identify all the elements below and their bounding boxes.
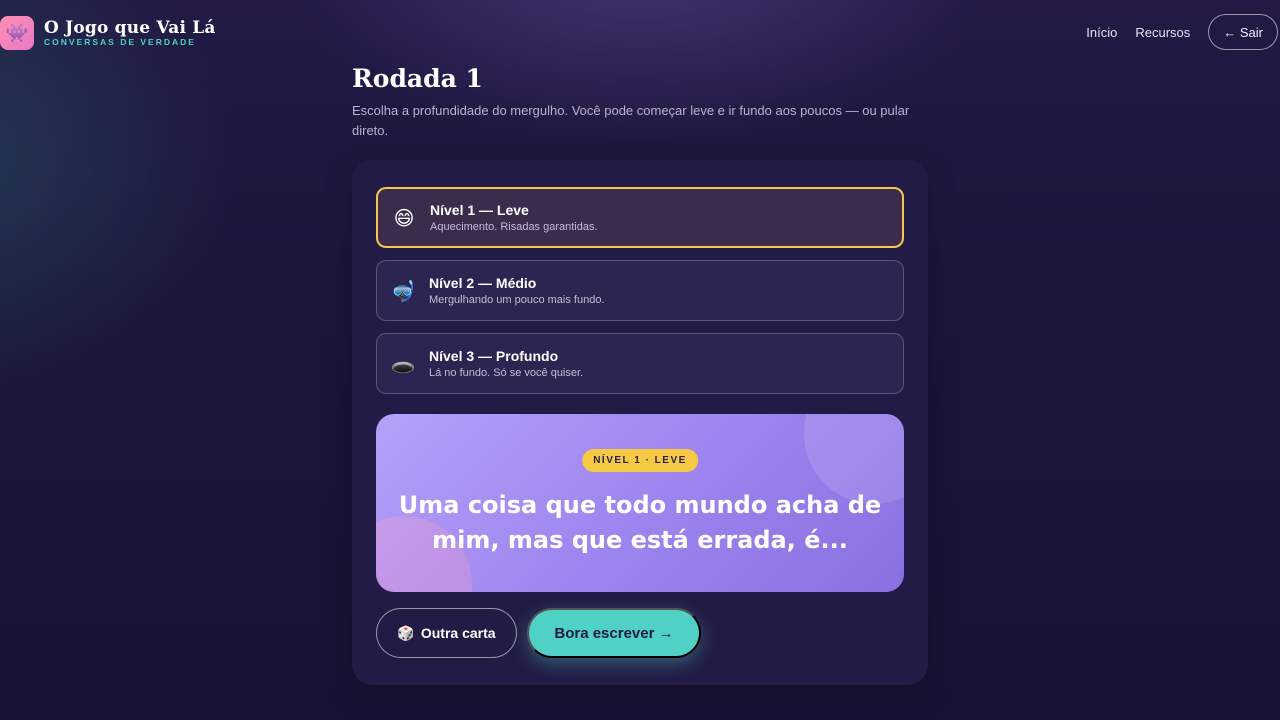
other-card-label: Outra carta xyxy=(420,625,496,641)
exit-button[interactable]: ← Sair xyxy=(1208,14,1278,50)
page-title: Rodada 1 xyxy=(352,64,483,93)
other-card-button[interactable]: 🎲 Outra carta xyxy=(376,608,517,658)
nav-link-recursos[interactable]: Recursos xyxy=(1135,25,1190,40)
level-title: Nível 3 — Profundo xyxy=(429,348,559,364)
diving-mask-icon: 🤿 xyxy=(390,278,416,303)
brand-subtitle: CONVERSAS DE VERDADE xyxy=(44,36,196,47)
prompt-text: Uma coisa que todo mundo acha de mim, ma… xyxy=(398,491,882,554)
level-text: Nível 1 — Leve Aquecimento. Risadas gara… xyxy=(430,202,598,233)
round-panel: 😄 Nível 1 — Leve Aquecimento. Risadas ga… xyxy=(352,160,928,685)
alien-monster-icon: 👾 xyxy=(0,16,34,50)
level-description: Aquecimento. Risadas garantidas. xyxy=(430,221,598,233)
level-option-2[interactable]: 🤿 Nível 2 — Médio Mergulhando um pouco m… xyxy=(376,260,904,321)
level-title: Nível 2 — Médio xyxy=(429,275,537,291)
grinning-face-icon: 😄 xyxy=(393,205,415,230)
start-writing-button[interactable]: Bora escrever → xyxy=(527,608,701,658)
hole-icon: 🕳️ xyxy=(390,351,416,376)
level-title: Nível 1 — Leve xyxy=(430,202,529,218)
level-description: Lá no fundo. Só se você quiser. xyxy=(429,367,584,379)
level-option-1[interactable]: 😄 Nível 1 — Leve Aquecimento. Risadas ga… xyxy=(376,187,904,248)
top-nav: Início Recursos ← Sair xyxy=(1086,14,1278,50)
level-badge: NÍVEL 1 · LEVE xyxy=(582,449,698,472)
level-text: Nível 3 — Profundo Lá no fundo. Só se vo… xyxy=(429,348,583,379)
brand[interactable]: 👾 O Jogo que Vai Lá CONVERSAS DE VERDADE xyxy=(0,16,216,50)
level-description: Mergulhando um pouco mais fundo. xyxy=(429,294,605,306)
prompt-card: NÍVEL 1 · LEVE Uma coisa que todo mundo … xyxy=(376,414,904,592)
dice-icon: 🎲 xyxy=(397,624,415,641)
brand-title: O Jogo que Vai Lá xyxy=(44,17,216,38)
level-text: Nível 2 — Médio Mergulhando um pouco mai… xyxy=(429,275,605,306)
round-intro: Escolha a profundidade do mergulho. Você… xyxy=(352,103,910,138)
brand-text: O Jogo que Vai Lá CONVERSAS DE VERDADE xyxy=(44,17,216,47)
nav-link-inicio[interactable]: Início xyxy=(1086,25,1117,40)
level-option-3[interactable]: 🕳️ Nível 3 — Profundo Lá no fundo. Só se… xyxy=(376,333,904,394)
